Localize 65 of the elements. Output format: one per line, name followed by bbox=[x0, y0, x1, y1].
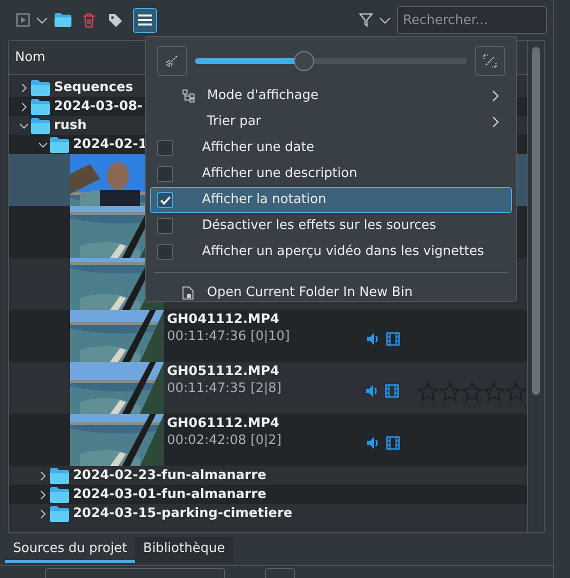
column-header[interactable]: Nom bbox=[15, 48, 46, 68]
audio-icon[interactable] bbox=[365, 384, 379, 398]
folder-name[interactable]: 2024-02-23-fun-almanarre bbox=[73, 466, 266, 486]
input-field[interactable] bbox=[265, 568, 295, 578]
clip-row[interactable]: GH061112.MP4 00:02:42:08 [0|2] bbox=[9, 414, 527, 466]
clip-name: GH051112.MP4 bbox=[167, 363, 280, 380]
checkbox[interactable] bbox=[157, 244, 173, 260]
checkbox[interactable] bbox=[157, 192, 173, 208]
clip-row[interactable]: GH041112.MP4 00:11:47:36 [0|10] bbox=[9, 310, 527, 362]
checkbox[interactable] bbox=[157, 140, 173, 156]
menu-item[interactable]: Mode d'affichage bbox=[150, 83, 512, 109]
menu-item[interactable]: Open Current Folder In New Bin bbox=[150, 280, 512, 306]
audio-icon[interactable] bbox=[366, 332, 380, 346]
menu-icon bbox=[138, 14, 152, 26]
search-field[interactable]: Rechercher... bbox=[397, 6, 547, 34]
clip-duration: 00:11:47:36 [0|10] bbox=[167, 328, 291, 345]
filter-icon[interactable] bbox=[359, 13, 373, 27]
folder-icon bbox=[50, 468, 69, 484]
checkbox[interactable] bbox=[157, 218, 173, 234]
tab[interactable]: Bibliothèque bbox=[135, 537, 233, 563]
clip-duration: 00:02:42:08 [0|2] bbox=[167, 432, 283, 449]
chevron-right-icon bbox=[492, 90, 500, 102]
menu-item[interactable]: Afficher une date bbox=[150, 135, 512, 161]
zoom-in-button[interactable] bbox=[475, 46, 505, 76]
tag-icon[interactable] bbox=[108, 12, 123, 28]
folder-icon bbox=[31, 80, 50, 96]
folder-icon[interactable] bbox=[54, 13, 72, 27]
chevron-right-icon bbox=[492, 116, 500, 128]
menu-item[interactable]: Afficher une description bbox=[150, 161, 512, 187]
folder-name[interactable]: 2024-02-1 bbox=[73, 134, 148, 154]
menu-item[interactable]: Trier par bbox=[150, 109, 512, 135]
menu-item[interactable]: Désactiver les effets sur les sources bbox=[150, 213, 512, 239]
star-icon[interactable] bbox=[505, 381, 527, 403]
checkbox[interactable] bbox=[157, 166, 173, 182]
folder-icon bbox=[31, 118, 50, 134]
clip-duration: 00:11:47:35 [2|8] bbox=[167, 380, 283, 397]
menu-button[interactable] bbox=[133, 8, 157, 32]
folder-icon bbox=[31, 98, 50, 114]
folder-icon bbox=[50, 506, 69, 522]
scrollbar-thumb[interactable] bbox=[532, 47, 540, 395]
film-icon[interactable] bbox=[386, 436, 400, 450]
film-icon[interactable] bbox=[386, 332, 400, 346]
clip-name: GH041112.MP4 bbox=[167, 311, 280, 328]
menu-item[interactable]: Afficher un aperçu vidéo dans les vignettes bbox=[150, 239, 512, 265]
folder-icon bbox=[50, 136, 69, 152]
audio-icon[interactable] bbox=[366, 436, 380, 450]
menu-item[interactable]: Afficher la notation bbox=[150, 187, 512, 213]
folder-icon bbox=[50, 486, 69, 502]
input-field[interactable] bbox=[45, 568, 225, 578]
trash-icon[interactable] bbox=[82, 12, 96, 28]
caret-icon[interactable] bbox=[36, 15, 48, 25]
folder-name[interactable]: rush bbox=[54, 116, 87, 136]
check-icon bbox=[160, 196, 170, 204]
zoom-out-button[interactable] bbox=[157, 46, 187, 76]
slider-handle[interactable] bbox=[294, 51, 314, 71]
zoom-in-icon bbox=[483, 54, 497, 68]
folder-name[interactable]: Sequences bbox=[54, 78, 134, 98]
caret-icon[interactable] bbox=[379, 15, 391, 25]
zoom-out-icon bbox=[166, 55, 178, 67]
monitor-play-icon[interactable] bbox=[16, 13, 30, 27]
zoom-slider[interactable] bbox=[195, 51, 467, 71]
folder-name[interactable]: 2024-03-08- bbox=[54, 96, 143, 116]
folder-name[interactable]: 2024-03-15-parking-cimetiere bbox=[73, 504, 292, 524]
film-icon[interactable] bbox=[385, 384, 399, 398]
clip-name: GH061112.MP4 bbox=[167, 415, 280, 432]
